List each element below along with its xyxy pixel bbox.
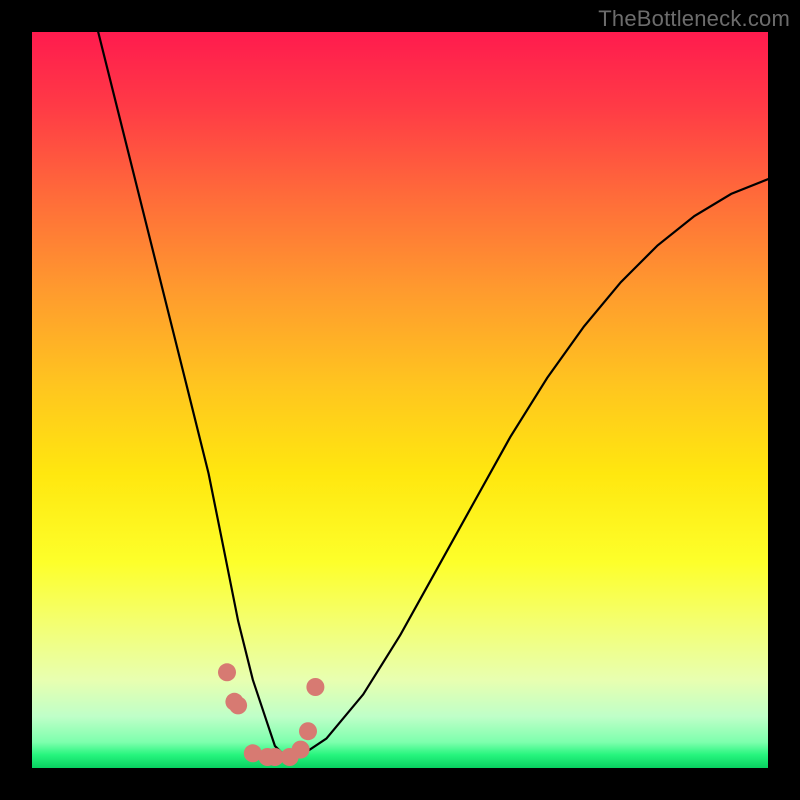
marker-dot	[218, 663, 236, 681]
marker-dot	[299, 722, 317, 740]
marker-dot	[229, 696, 247, 714]
chart-frame: TheBottleneck.com	[0, 0, 800, 800]
marker-dot	[259, 748, 277, 766]
marker-dot	[281, 748, 299, 766]
marker-dot	[244, 744, 262, 762]
marker-dot	[306, 678, 324, 696]
watermark-text: TheBottleneck.com	[598, 6, 790, 32]
plot-area	[32, 32, 768, 768]
marker-dots	[218, 663, 324, 766]
marker-dot	[225, 693, 243, 711]
bottleneck-curve	[98, 32, 768, 761]
curve-layer	[32, 32, 768, 768]
marker-dot	[292, 741, 310, 759]
marker-dot	[266, 748, 284, 766]
